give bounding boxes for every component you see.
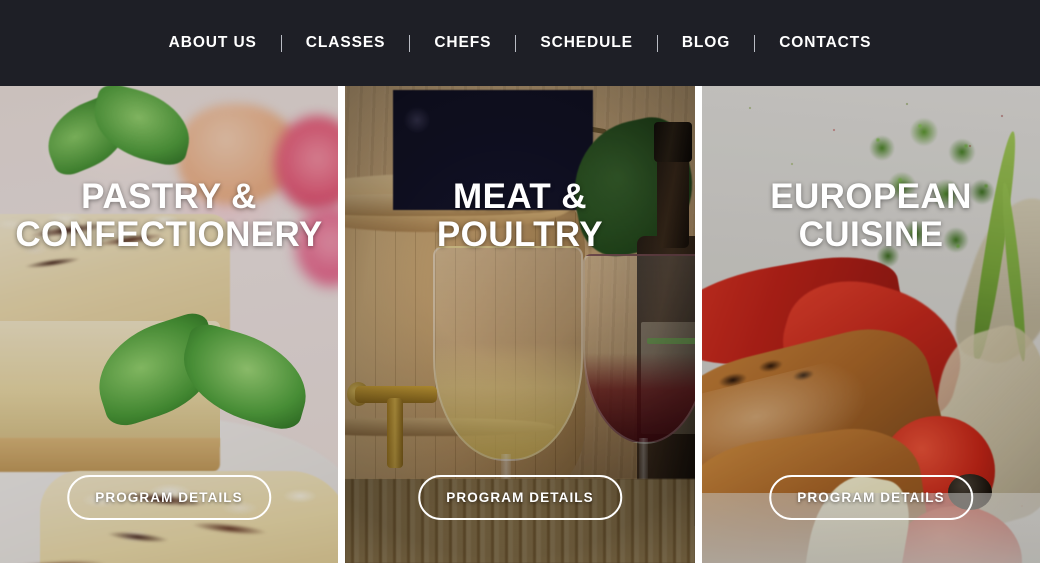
card-title-meat: MEAT & POULTRY	[345, 178, 695, 254]
landing-page: ABOUT US CLASSES CHEFS SCHEDULE BLOG CON…	[0, 0, 1040, 563]
nav-contacts[interactable]: CONTACTS	[779, 30, 871, 56]
nav-separator	[515, 34, 517, 52]
program-card-european[interactable]: EUROPEAN CUISINE PROGRAM DETAILS	[702, 86, 1040, 563]
nav-separator	[754, 34, 756, 52]
card-title-line-1: PASTRY &	[81, 177, 257, 216]
site-header: ABOUT US CLASSES CHEFS SCHEDULE BLOG CON…	[0, 0, 1040, 86]
program-details-button-pastry[interactable]: PROGRAM DETAILS	[67, 475, 271, 520]
nav-schedule[interactable]: SCHEDULE	[540, 30, 632, 56]
nav-separator	[409, 34, 411, 52]
card-gap	[338, 86, 345, 563]
card-title-line-1: EUROPEAN	[770, 177, 972, 216]
nav-classes[interactable]: CLASSES	[306, 30, 386, 56]
nav-chefs[interactable]: CHEFS	[434, 30, 491, 56]
nav-about-us[interactable]: ABOUT US	[169, 30, 257, 56]
nav-separator	[280, 34, 282, 52]
program-card-meat[interactable]: MEAT & POULTRY PROGRAM DETAILS	[345, 86, 695, 563]
program-details-button-european[interactable]: PROGRAM DETAILS	[769, 475, 973, 520]
program-cards-row: PASTRY & CONFECTIONERY PROGRAM DETAILS M…	[0, 86, 1040, 563]
program-card-pastry[interactable]: PASTRY & CONFECTIONERY PROGRAM DETAILS	[0, 86, 338, 563]
nav-separator	[656, 34, 658, 52]
card-title-line-1: MEAT &	[453, 177, 587, 216]
card-title-line-2: POULTRY	[436, 215, 604, 254]
card-title-line-2: CUISINE	[798, 215, 944, 254]
card-title-line-2: CONFECTIONERY	[15, 215, 323, 254]
card-title-european: EUROPEAN CUISINE	[702, 178, 1040, 254]
card-gap	[695, 86, 702, 563]
program-details-button-meat[interactable]: PROGRAM DETAILS	[418, 475, 622, 520]
nav-blog[interactable]: BLOG	[682, 30, 730, 56]
card-title-pastry: PASTRY & CONFECTIONERY	[0, 178, 338, 254]
main-navigation: ABOUT US CLASSES CHEFS SCHEDULE BLOG CON…	[169, 30, 872, 56]
